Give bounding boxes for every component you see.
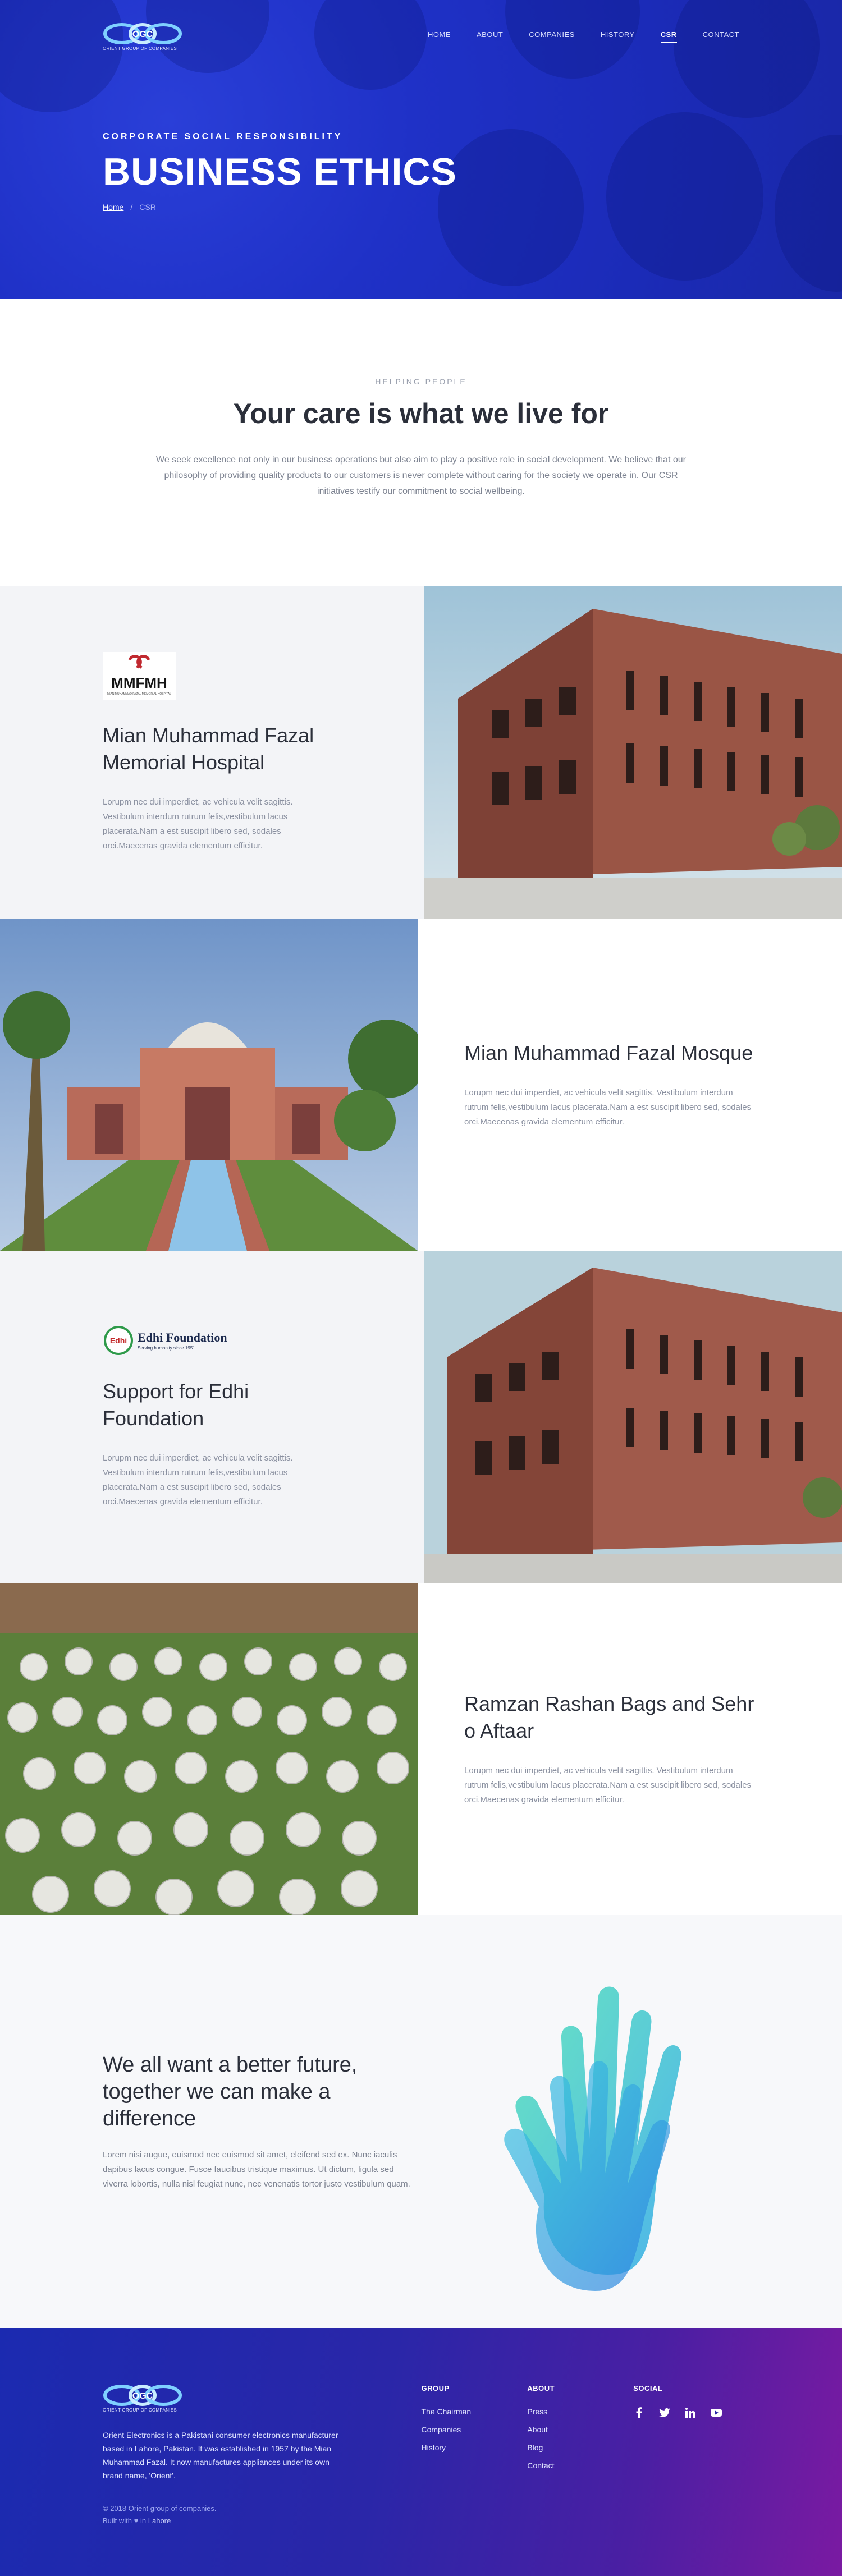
footer-group-links: The Chairman Companies History: [421, 2407, 527, 2453]
footer-group-column: GROUP The Chairman Companies History: [421, 2384, 527, 2576]
built-in: in: [140, 2517, 147, 2525]
breadcrumb-home-link[interactable]: Home: [103, 203, 123, 212]
mosque-photo: [0, 919, 418, 1251]
breadcrumb: Home / CSR: [103, 203, 457, 212]
nav-links: HOME ABOUT COMPANIES HISTORY CSR CONTACT: [428, 30, 739, 43]
footer-link-companies[interactable]: Companies: [421, 2425, 461, 2434]
initiative-text-panel: Mian Muhammad Fazal Mosque Lorupm nec du…: [418, 919, 842, 1251]
intro-body: We seek excellence not only in our busin…: [156, 455, 686, 496]
social-links: [633, 2407, 739, 2418]
initiative-row-mosque: Mian Muhammad Fazal Mosque Lorupm nec du…: [0, 919, 842, 1251]
copyright-text: © 2018 Orient group of companies.: [103, 2504, 217, 2513]
top-navigation: OGC ORIENT GROUP OF COMPANIES HOME ABOUT…: [103, 22, 739, 51]
nav-link-history[interactable]: HISTORY: [601, 30, 635, 43]
logo-subtitle: ORIENT GROUP OF COMPANIES: [103, 45, 177, 51]
svg-text:Edhi Foundation: Edhi Foundation: [138, 1330, 227, 1344]
intro-title: Your care is what we live for: [233, 398, 609, 429]
svg-text:Edhi: Edhi: [110, 1336, 127, 1345]
mmfmh-logo: MMFMH MIAN MUHAMMAD FAZAL MEMORIAL HOSPI…: [103, 651, 322, 703]
values-text: We all want a better future, together we…: [103, 2051, 417, 2192]
initiative-row-ramzan: Ramzan Rashan Bags and Sehr o Aftaar Lor…: [0, 1583, 842, 1915]
hero-eyebrow: CORPORATE SOCIAL RESPONSIBILITY: [103, 132, 343, 141]
initiative-description: Lorupm nec dui imperdiet, ac vehicula ve…: [103, 797, 293, 851]
footer-link-contact[interactable]: Contact: [527, 2461, 554, 2470]
kicker-label: HELPING PEOPLE: [375, 377, 467, 386]
nav-link-about[interactable]: ABOUT: [477, 30, 503, 43]
edhi-foundation-logo: Edhi Edhi Foundation Serving humanity si…: [103, 1325, 322, 1359]
built-prefix: Built with: [103, 2517, 132, 2525]
footer-link-history[interactable]: History: [421, 2443, 446, 2452]
rashan-bags-image: [0, 1583, 418, 1915]
svg-text:MMFMH: MMFMH: [111, 674, 167, 691]
building-image: [424, 586, 842, 919]
initiative-row-hospital: MMFMH MIAN MUHAMMAD FAZAL MEMORIAL HOSPI…: [0, 586, 842, 919]
city-link[interactable]: Lahore: [148, 2517, 171, 2525]
site-logo[interactable]: OGC ORIENT GROUP OF COMPANIES: [103, 22, 182, 51]
linkedin-icon[interactable]: [685, 2407, 696, 2418]
edhi-logo-icon: Edhi Edhi Foundation Serving humanity si…: [104, 1325, 227, 1355]
nav-link-companies[interactable]: COMPANIES: [529, 30, 575, 43]
footer-social-column: SOCIAL: [633, 2384, 739, 2576]
ogc-logo-icon: OGC: [103, 2385, 182, 2406]
hands-illustration: [504, 1986, 681, 2291]
heart-icon: ♥: [134, 2517, 139, 2525]
intro-section: HELPING PEOPLE Your care is what we live…: [0, 299, 842, 586]
page-title: BUSINESS ETHICS: [103, 150, 457, 193]
footer-heading: GROUP: [421, 2384, 450, 2393]
footer-description: Orient Electronics is a Pakistani consum…: [103, 2431, 338, 2480]
hospital-logo-icon: MMFMH MIAN MUHAMMAD FAZAL MEMORIAL HOSPI…: [103, 651, 176, 700]
built-with-text: Built with ♥ in Lahore: [103, 2515, 421, 2527]
site-footer: OGC ORIENT GROUP OF COMPANIES Orient Ele…: [0, 2328, 842, 2576]
facebook-icon[interactable]: [633, 2407, 644, 2418]
hospital-building-photo: [424, 586, 842, 919]
csr-initiatives: MMFMH MIAN MUHAMMAD FAZAL MEMORIAL HOSPI…: [0, 586, 842, 1915]
initiative-description: Lorupm nec dui imperdiet, ac vehicula ve…: [103, 1453, 293, 1507]
initiative-title: Support for Edhi Foundation: [103, 1379, 249, 1430]
section-kicker: HELPING PEOPLE: [0, 377, 842, 386]
footer-link-chairman[interactable]: The Chairman: [421, 2407, 471, 2416]
hero-heading-group: CORPORATE SOCIAL RESPONSIBILITY BUSINESS…: [103, 132, 457, 212]
nav-link-csr[interactable]: CSR: [660, 30, 677, 43]
footer-link-about[interactable]: About: [527, 2425, 548, 2434]
youtube-icon[interactable]: [711, 2407, 722, 2418]
footer-about-column: ABOUT Press About Blog Contact: [527, 2384, 633, 2576]
footer-link-blog[interactable]: Blog: [527, 2443, 543, 2452]
initiative-title: Mian Muhammad Fazal Memorial Hospital: [103, 723, 314, 774]
initiative-title: Mian Muhammad Fazal Mosque: [464, 1041, 753, 1064]
svg-text:OGC: OGC: [132, 2391, 153, 2401]
edhi-building-photo: [424, 1251, 842, 1583]
footer-heading: SOCIAL: [633, 2384, 663, 2393]
footer-link-press[interactable]: Press: [527, 2407, 547, 2416]
footer-copyright: © 2018 Orient group of companies. Built …: [103, 2502, 421, 2527]
logo-subtitle: ORIENT GROUP OF COMPANIES: [103, 2408, 177, 2413]
twitter-icon[interactable]: [659, 2407, 671, 2418]
breadcrumb-current: CSR: [139, 203, 156, 212]
breadcrumb-separator: /: [130, 203, 133, 212]
initiative-text-panel: Edhi Edhi Foundation Serving humanity si…: [0, 1251, 424, 1583]
svg-text:MIAN MUHAMMAD FAZAL MEMORIAL H: MIAN MUHAMMAD FAZAL MEMORIAL HOSPITAL: [107, 692, 171, 696]
footer-logo[interactable]: OGC ORIENT GROUP OF COMPANIES: [103, 2384, 421, 2413]
hero-banner: OGC ORIENT GROUP OF COMPANIES HOME ABOUT…: [0, 0, 842, 299]
svg-text:OGC: OGC: [132, 30, 153, 39]
initiative-row-edhi: Edhi Edhi Foundation Serving humanity si…: [0, 1251, 842, 1583]
values-title: We all want a better future, together we…: [103, 2053, 358, 2130]
initiative-text-panel: MMFMH MIAN MUHAMMAD FAZAL MEMORIAL HOSPI…: [0, 586, 424, 919]
initiative-description: Lorupm nec dui imperdiet, ac vehicula ve…: [464, 1088, 752, 1127]
building-image: [424, 1251, 842, 1583]
values-body: Lorem nisi augue, euismod nec euismod si…: [103, 2150, 410, 2189]
values-section: We all want a better future, together we…: [0, 1915, 842, 2328]
nav-link-home[interactable]: HOME: [428, 30, 451, 43]
mosque-image: [0, 919, 418, 1251]
ogc-logo-icon: OGC: [103, 22, 182, 44]
footer-heading: ABOUT: [527, 2384, 555, 2393]
rashan-bags-photo: [0, 1583, 418, 1915]
footer-brand: OGC ORIENT GROUP OF COMPANIES Orient Ele…: [103, 2384, 421, 2576]
initiative-description: Lorupm nec dui imperdiet, ac vehicula ve…: [464, 1766, 752, 1804]
footer-about-links: Press About Blog Contact: [527, 2407, 633, 2471]
nav-link-contact[interactable]: CONTACT: [703, 30, 739, 43]
initiative-title: Ramzan Rashan Bags and Sehr o Aftaar: [464, 1692, 754, 1742]
initiative-text-panel: Ramzan Rashan Bags and Sehr o Aftaar Lor…: [418, 1583, 842, 1915]
svg-text:Serving humanity since 1951: Serving humanity since 1951: [138, 1346, 195, 1351]
